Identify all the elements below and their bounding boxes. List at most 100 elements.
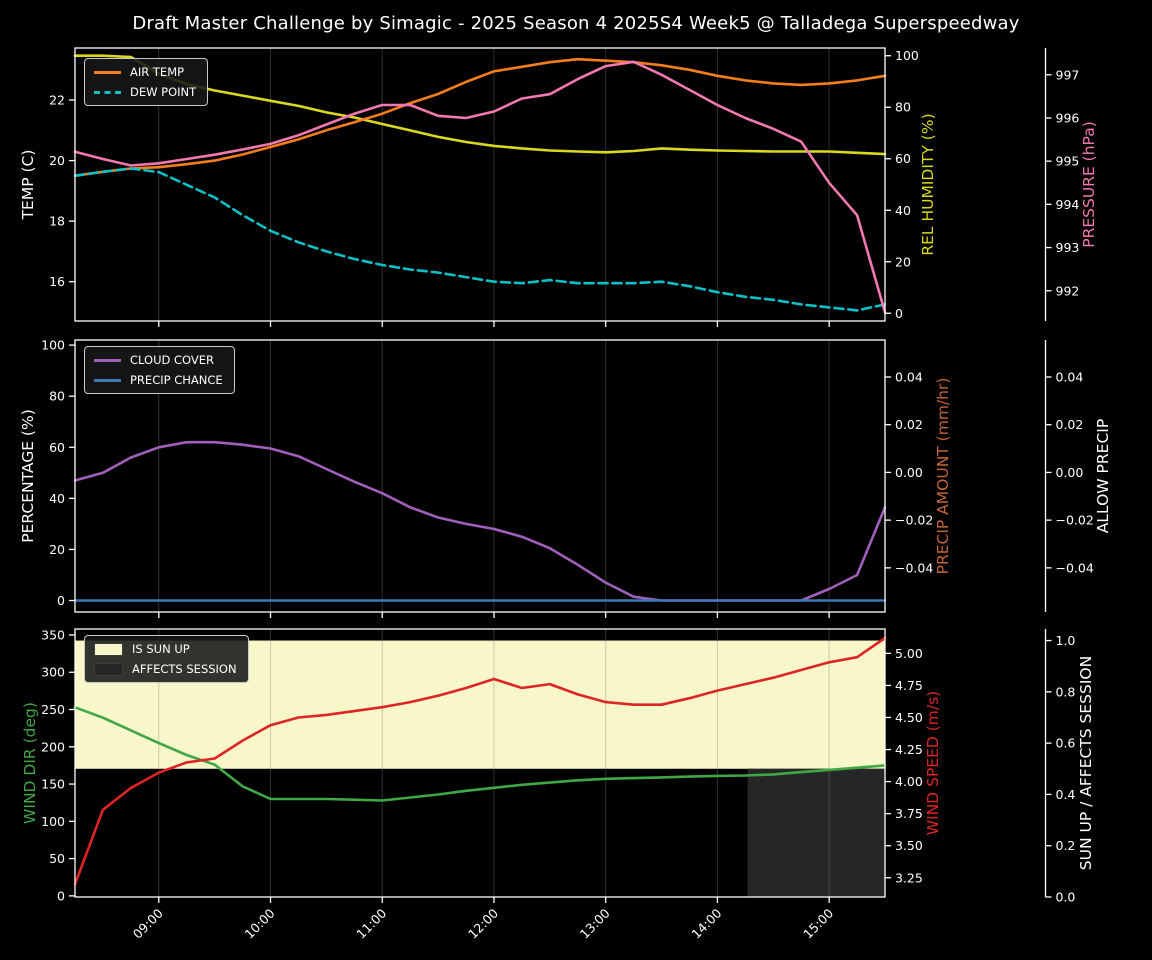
right2-tick-label: 993 (1056, 240, 1080, 255)
right2-tick-label: 995 (1056, 154, 1080, 169)
left-tick-label: 0 (57, 888, 65, 903)
left-tick-label: 16 (49, 274, 65, 289)
right2-tick-label: 0.02 (1056, 417, 1084, 432)
right1-tick-label: 3.50 (895, 838, 923, 853)
left-tick-label: 350 (41, 627, 65, 642)
x-tick-label: 11:00 (353, 905, 389, 941)
right1-tick-label: −0.04 (895, 560, 933, 575)
series-dew-point (73, 167, 887, 312)
right2-axis-label: ALLOW PRECIP (1094, 419, 1112, 533)
x-axis-panel-2 (158, 612, 830, 618)
left-tick-label: 0 (57, 593, 65, 608)
legend-item-dew-point: DEW POINT (94, 85, 196, 99)
right2-tick-label: 992 (1056, 283, 1080, 298)
dew-point-line-swatch (94, 90, 121, 94)
left-tick-label: 22 (49, 93, 65, 108)
right-axis2-panel-1: 992 993 994 995 996 997 PRESSURE (hPa) (1044, 48, 1098, 321)
gridlines-panel-1 (158, 48, 830, 321)
cloud-cover-line-swatch (94, 358, 121, 362)
left-tick-label: 150 (41, 777, 65, 792)
right1-axis-label: PRECIP AMOUNT (mm/hr) (934, 378, 952, 575)
right1-tick-label: 0.00 (895, 465, 923, 480)
legend-item-precip-chance: PRECIP CHANCE (94, 373, 223, 387)
right1-tick-label: 4.25 (895, 742, 923, 757)
x-axis-panel-1 (158, 321, 830, 327)
right1-tick-label: −0.02 (895, 513, 933, 528)
left-axis-label: WIND DIR (deg) (21, 702, 39, 824)
left-tick-label: 200 (41, 739, 65, 754)
right2-tick-label: 0.8 (1056, 684, 1076, 699)
left-tick-label: 300 (41, 665, 65, 680)
legend-label-dew-point: DEW POINT (130, 85, 197, 99)
affects-session-patch-swatch (94, 662, 123, 676)
right1-tick-label: 60 (895, 151, 911, 166)
right2-tick-label: 1.0 (1056, 633, 1076, 648)
right1-tick-label: 5.00 (895, 646, 923, 661)
left-tick-label: 100 (41, 814, 65, 829)
x-tick-label: 15:00 (800, 905, 836, 941)
left-tick-label: 20 (49, 153, 65, 168)
right1-tick-label: 0 (895, 306, 903, 321)
left-axis-panel-1: 16 18 20 22 TEMP (C) (19, 93, 75, 289)
right2-tick-label: 0.0 (1056, 890, 1076, 905)
legend-label-affects-session: AFFECTS SESSION (132, 662, 237, 676)
legend-wind-panel: IS SUN UP AFFECTS SESSION (84, 635, 249, 683)
left-tick-label: 18 (49, 214, 65, 229)
legend-item-air-temp: AIR TEMP (94, 65, 196, 79)
right1-tick-label: 4.00 (895, 774, 923, 789)
x-tick-label: 14:00 (688, 905, 724, 941)
right1-tick-label: 4.50 (895, 710, 923, 725)
x-axis-panel-3 (158, 897, 830, 903)
right2-tick-label: 0.4 (1056, 787, 1076, 802)
right2-axis-label: SUN UP / AFFECTS SESSION (1077, 656, 1095, 870)
legend-label-is-sun-up: IS SUN UP (132, 642, 190, 656)
left-axis-label: PERCENTAGE (%) (19, 409, 37, 543)
left-tick-label: 250 (41, 702, 65, 717)
right-axis2-panel-3: 0.0 0.2 0.4 0.6 0.8 1.0SUN UP / AFFECTS SESSI… (1044, 629, 1095, 905)
x-tick-label: 13:00 (577, 905, 613, 941)
right1-tick-label: 20 (895, 254, 911, 269)
legend-item-cloud-cover: CLOUD COVER (94, 353, 223, 367)
legend-item-affects-session: AFFECTS SESSION (94, 662, 237, 676)
right2-tick-label: 0.04 (1056, 369, 1084, 384)
right-axis1-panel-1: 0 20 40 60 80 100 REL HUMIDITY (%) (885, 48, 937, 321)
right2-tick-label: 0.6 (1056, 736, 1076, 751)
right1-tick-label: 4.75 (895, 678, 923, 693)
right1-axis-label: WIND SPEED (m/s) (924, 691, 942, 835)
left-tick-label: 80 (49, 389, 65, 404)
chart-canvas: 16 18 20 22 TEMP (C) 0 20 40 60 80 100 REL HUMIDITY… (19, 47, 1112, 942)
right1-tick-label: 100 (895, 48, 919, 63)
precip-chance-line-swatch (94, 378, 121, 382)
legend-label-air-temp: AIR TEMP (130, 65, 185, 79)
right1-axis-label: REL HUMIDITY (%) (919, 113, 937, 255)
gridlines-panel-2 (158, 340, 830, 612)
right1-tick-label: 40 (895, 203, 911, 218)
left-axis-panel-3: 0 50 100 150 200 250 300 350 WIND DIR (deg) (21, 627, 75, 903)
right2-tick-label: 0.2 (1056, 838, 1076, 853)
left-tick-label: 60 (49, 440, 65, 455)
legend-cloud-panel: CLOUD COVER PRECIP CHANCE (84, 346, 235, 394)
right1-tick-label: 0.02 (895, 417, 923, 432)
left-tick-label: 20 (49, 542, 65, 557)
right2-tick-label: −0.04 (1056, 560, 1094, 575)
band-affects-session (747, 768, 885, 897)
right2-tick-label: 997 (1056, 67, 1080, 82)
right2-tick-label: 0.00 (1056, 465, 1084, 480)
legend-label-precip-chance: PRECIP CHANCE (130, 373, 223, 387)
left-axis-panel-2: 0 20 40 60 80 100 PERCENTAGE (%) (19, 338, 75, 608)
right2-tick-label: 996 (1056, 110, 1080, 125)
x-tick-label: 09:00 (130, 905, 166, 941)
legend-item-is-sun-up: IS SUN UP (94, 642, 237, 656)
right1-tick-label: 80 (895, 100, 911, 115)
right-axis2-panel-2: 0.04 0.02 0.00 −0.02 −0.04 ALLOW PRECIP (1044, 340, 1112, 612)
right1-tick-label: 3.75 (895, 806, 923, 821)
legend-label-cloud-cover: CLOUD COVER (130, 353, 215, 367)
right-axis1-panel-2: 0.04 0.02 0.00 −0.02 −0.04 PRECIP AMOUNT (mm/… (885, 369, 952, 575)
right2-tick-label: −0.02 (1056, 513, 1094, 528)
legend-temperature-panel: AIR TEMP DEW POINT (84, 58, 209, 106)
x-tick-label: 10:00 (242, 905, 278, 941)
left-tick-label: 50 (49, 851, 65, 866)
air-temp-line-swatch (94, 70, 121, 74)
right2-tick-label: 994 (1056, 197, 1080, 212)
right-axis1-panel-3: 3.25 3.50 3.75 4.00 4.25 4.50 4.75 5.00 WIND SPE… (885, 646, 942, 885)
